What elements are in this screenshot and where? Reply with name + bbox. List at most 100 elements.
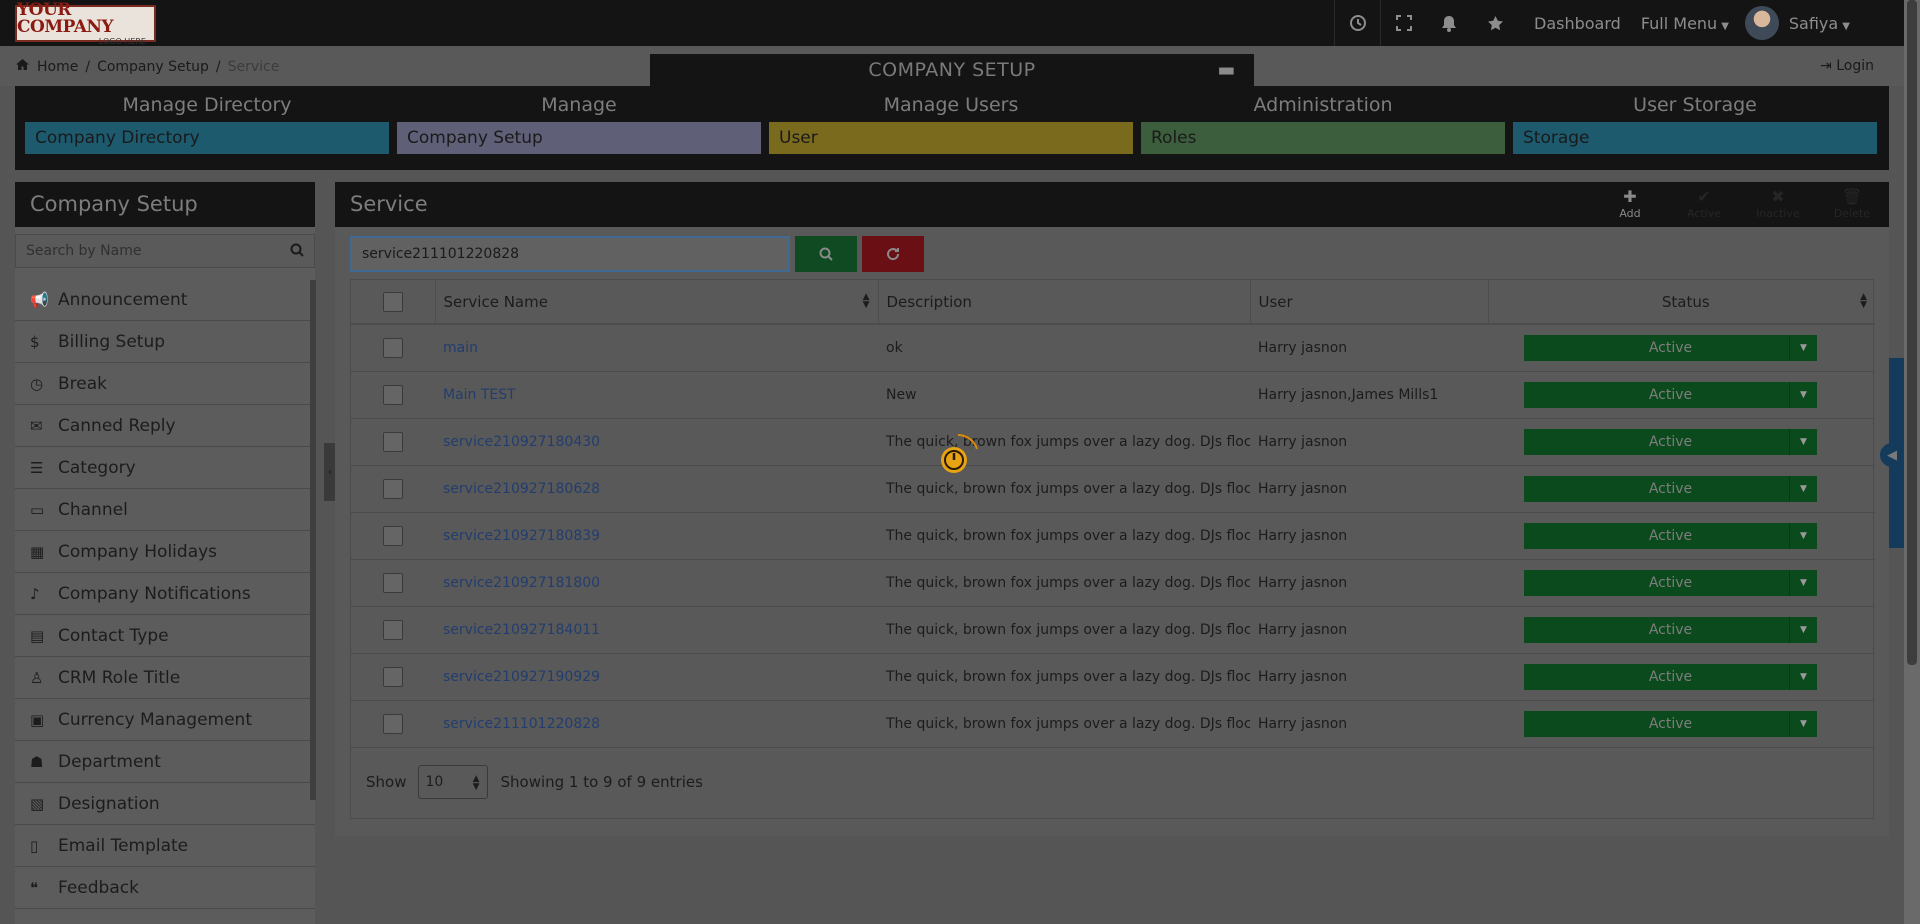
service-name-link[interactable]: service210927180628 [443,481,600,497]
panel-header: Service ✚ Add ✔ Active ✖ Inactive 🗑 Delete [335,182,1889,227]
row-checkbox[interactable] [383,713,403,734]
sidebar-item-crm-role-title[interactable]: ♙ CRM Role Title [15,657,315,699]
minimize-icon[interactable]: ▬ [1218,54,1236,86]
status-dropdown[interactable]: Active ▼ [1524,522,1817,549]
inactive-button[interactable]: ✖ Inactive [1741,187,1815,220]
page-size-select[interactable]: 10 ▲ ▼ [418,765,489,799]
mega-item-company-setup[interactable]: Company Setup [397,122,761,154]
sidebar-item-company-notifications[interactable]: ♪ Company Notifications [15,573,315,615]
service-name-cell: Main TEST [435,371,878,419]
status-dropdown[interactable]: Active ▼ [1524,663,1817,690]
service-name-link[interactable]: service210927180430 [443,434,600,450]
status-value: Active [1648,480,1693,497]
row-checkbox[interactable] [383,384,403,405]
sidebar-item-billing-setup[interactable]: $ Billing Setup [15,321,315,363]
money-icon: ▣ [30,710,45,729]
search-button[interactable] [795,236,857,272]
delete-label: Delete [1833,207,1871,220]
sidebar-item-department[interactable]: ☗ Department [15,741,315,783]
active-button[interactable]: ✔ Active [1667,187,1741,220]
table-row: main ok Harry jasnon Active ▼ [351,324,1875,372]
avatar[interactable] [1744,6,1779,40]
mega-item-company-directory[interactable]: Company Directory [25,122,389,154]
sidebar-item-label: Company Holidays [58,541,218,562]
row-checkbox[interactable] [383,337,403,358]
service-name-cell: service210927184011 [435,606,878,654]
service-name-link[interactable]: Main TEST [443,387,516,403]
row-checkbox[interactable] [383,478,403,499]
add-button[interactable]: ✚ Add [1593,187,1667,220]
status-value: Active [1648,339,1693,356]
status-dropdown[interactable]: Active ▼ [1524,475,1817,502]
login-link[interactable]: ⇥ Login [1820,58,1874,74]
full-menu-dropdown[interactable]: Full Menu ▼ [1641,14,1729,33]
service-name-link[interactable]: service211101220828 [443,716,600,732]
service-name-link[interactable]: service210927184011 [443,622,600,638]
row-checkbox[interactable] [383,619,403,640]
bell-icon[interactable] [1426,0,1472,46]
sidebar-item-announcement[interactable]: 📢 Announcement [15,279,315,321]
service-name-link[interactable]: service210927180839 [443,528,600,544]
star-icon[interactable] [1472,0,1518,46]
user-cell: Harry jasnon [1250,700,1488,748]
page-scrollbar[interactable] [1904,0,1920,924]
status-cell: Active ▼ [1488,512,1875,560]
sort-icon[interactable]: ▲ ▼ [863,293,870,310]
status-dropdown[interactable]: Active ▼ [1524,616,1817,643]
user-cell: Harry jasnon [1250,512,1488,560]
sidebar-item-email-template[interactable]: ▯ Email Template [15,825,315,867]
row-checkbox[interactable] [383,666,403,687]
service-name-link[interactable]: service210927190929 [443,669,600,685]
mega-item-user[interactable]: User [769,122,1133,154]
sidebar-item-contact-type[interactable]: ▤ Contact Type [15,615,315,657]
mega-item-storage[interactable]: Storage [1513,122,1877,154]
status-dropdown[interactable]: Active ▼ [1524,569,1817,596]
sidebar-item-feedback[interactable]: ❝ Feedback [15,867,315,909]
status-dropdown[interactable]: Active ▼ [1524,428,1817,455]
status-value: Active [1648,574,1693,591]
status-cell: Active ▼ [1488,418,1875,466]
sidebar-scrollbar[interactable] [310,280,316,800]
delete-button[interactable]: 🗑 Delete [1815,187,1889,220]
reset-button[interactable] [862,236,924,272]
sidebar-search-input[interactable] [16,235,314,267]
status-dropdown[interactable]: Active ▼ [1524,710,1817,737]
sidebar-item-label: Canned Reply [58,415,176,436]
user-menu[interactable]: Safiya ▼ [1789,14,1850,33]
fullscreen-icon[interactable] [1380,0,1426,46]
breadcrumb-company-setup[interactable]: Company Setup [97,59,209,75]
sort-icon[interactable]: ▲ ▼ [1860,293,1867,310]
select-all-checkbox[interactable] [382,291,403,312]
column-header-status[interactable]: Status ▲ ▼ [1488,280,1875,325]
caret-down-icon: ▼ [1789,710,1817,737]
service-search-input[interactable]: service211101220828 [350,236,790,272]
row-checkbox[interactable] [383,431,403,452]
service-name-link[interactable]: service210927181800 [443,575,600,591]
sidebar-item-category[interactable]: ☰ Category [15,447,315,489]
scrollbar-thumb[interactable] [1907,0,1917,665]
sidebar-item-designation[interactable]: ▧ Designation [15,783,315,825]
sidebar-item-channel[interactable]: ▭ Channel [15,489,315,531]
service-name-link[interactable]: main [443,340,478,356]
mega-col-storage: User Storage Storage [1513,86,1877,154]
status-dropdown[interactable]: Active ▼ [1524,334,1817,361]
side-panel-toggle-icon[interactable]: ◀ [1880,443,1904,467]
column-header-service-name[interactable]: Service Name ▲ ▼ [435,280,879,325]
sidebar-item-canned-reply[interactable]: ✉ Canned Reply [15,405,315,447]
row-checkbox[interactable] [383,525,403,546]
mega-item-roles[interactable]: Roles [1141,122,1505,154]
sidebar-item-break[interactable]: ◷ Break [15,363,315,405]
search-icon[interactable] [290,243,304,261]
breadcrumb-home[interactable]: Home [37,59,78,75]
history-icon[interactable] [1334,0,1380,46]
row-checkbox[interactable] [383,572,403,593]
status-value: Active [1648,433,1693,450]
status-dropdown[interactable]: Active ▼ [1524,381,1817,408]
company-setup-tab[interactable]: COMPANY SETUP ▬ [650,54,1254,86]
company-logo[interactable]: YOUR COMPANY LOGO HERE [15,1,156,45]
sidebar-item-company-holidays[interactable]: ▦ Company Holidays [15,531,315,573]
mega-heading: Manage [541,94,617,116]
dashboard-link[interactable]: Dashboard [1534,14,1621,33]
company-setup-tab-label: COMPANY SETUP [868,59,1036,81]
sidebar-item-currency-management[interactable]: ▣ Currency Management [15,699,315,741]
